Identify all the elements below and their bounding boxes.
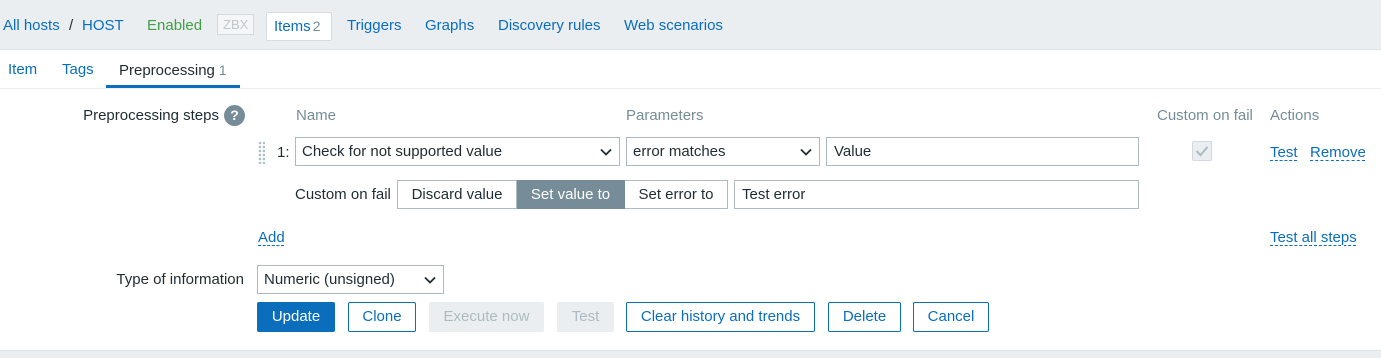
column-name: Name bbox=[296, 107, 337, 124]
form-tabs: Item Tags Preprocessing 1 bbox=[0, 50, 1381, 89]
step-name-select[interactable]: Check for not supported value bbox=[295, 137, 620, 166]
active-tab-indicator bbox=[106, 85, 240, 88]
clone-button[interactable]: Clone bbox=[348, 302, 416, 332]
type-of-information-value: Numeric (unsigned) bbox=[264, 271, 395, 288]
chevron-down-icon bbox=[423, 266, 437, 293]
tab-preprocessing-count: 1 bbox=[218, 62, 227, 78]
question-circle-icon[interactable]: ? bbox=[224, 105, 245, 126]
type-of-information-label: Type of information bbox=[116, 271, 244, 288]
page-bottom-divider bbox=[0, 350, 1381, 358]
custom-on-fail-checkbox[interactable] bbox=[1192, 141, 1212, 161]
breadcrumb-all-hosts[interactable]: All hosts bbox=[3, 17, 60, 35]
update-button[interactable]: Update bbox=[257, 302, 335, 332]
nav-items-count: 2 bbox=[312, 18, 321, 34]
nav-triggers[interactable]: Triggers bbox=[347, 17, 401, 35]
chevron-down-icon bbox=[799, 138, 813, 165]
custom-on-fail-value-input[interactable]: Test error bbox=[734, 180, 1139, 209]
drag-handle-icon[interactable] bbox=[258, 141, 265, 164]
test-all-steps-link[interactable]: Test all steps bbox=[1270, 229, 1357, 247]
option-set-error-to[interactable]: Set error to bbox=[625, 180, 728, 209]
column-parameters: Parameters bbox=[626, 107, 704, 124]
delete-button[interactable]: Delete bbox=[828, 302, 901, 332]
check-icon bbox=[1195, 146, 1209, 157]
host-status-enabled[interactable]: Enabled bbox=[147, 17, 202, 35]
option-discard-value[interactable]: Discard value bbox=[397, 180, 517, 209]
breadcrumb-separator: / bbox=[69, 17, 74, 34]
step-parameter-input[interactable]: Value bbox=[826, 137, 1139, 166]
tab-preprocessing-label: Preprocessing bbox=[119, 62, 215, 79]
type-of-information-select[interactable]: Numeric (unsigned) bbox=[257, 265, 444, 294]
step-remove-link[interactable]: Remove bbox=[1310, 144, 1366, 162]
breadcrumb-host[interactable]: HOST bbox=[82, 17, 124, 35]
execute-now-button: Execute now bbox=[429, 302, 544, 332]
column-actions: Actions bbox=[1270, 107, 1320, 124]
nav-items[interactable]: Items 2 bbox=[266, 12, 332, 41]
step-parameter-select-value: error matches bbox=[633, 143, 726, 160]
host-navigation-bar: All hosts / HOST Enabled ZBX Items 2 Trig… bbox=[0, 0, 1381, 50]
test-button: Test bbox=[557, 302, 614, 332]
clear-history-and-trends-button[interactable]: Clear history and trends bbox=[626, 302, 815, 332]
step-number: 1: bbox=[277, 144, 290, 161]
step-name-value: Check for not supported value bbox=[302, 143, 503, 160]
tab-tags[interactable]: Tags bbox=[62, 61, 94, 79]
nav-graphs[interactable]: Graphs bbox=[425, 17, 474, 35]
add-step-link[interactable]: Add bbox=[258, 229, 285, 247]
nav-items-label: Items bbox=[274, 18, 311, 35]
nav-discovery-rules[interactable]: Discovery rules bbox=[498, 17, 601, 35]
custom-on-fail-label: Custom on fail bbox=[295, 186, 391, 203]
tab-preprocessing[interactable]: Preprocessing 1 bbox=[119, 61, 227, 80]
chevron-down-icon bbox=[599, 138, 613, 165]
step-test-link[interactable]: Test bbox=[1270, 144, 1298, 162]
column-custom-on-fail: Custom on fail bbox=[1157, 107, 1253, 124]
cancel-button[interactable]: Cancel bbox=[913, 302, 989, 332]
zbx-availability-badge: ZBX bbox=[217, 14, 255, 35]
tab-item[interactable]: Item bbox=[8, 61, 37, 79]
preprocessing-steps-label: Preprocessing steps bbox=[83, 107, 219, 124]
custom-on-fail-segmented-control: Discard value Set value to Set error to bbox=[397, 180, 728, 209]
nav-web-scenarios[interactable]: Web scenarios bbox=[624, 17, 723, 35]
step-parameter-select[interactable]: error matches bbox=[626, 137, 820, 166]
option-set-value-to[interactable]: Set value to bbox=[517, 180, 625, 209]
